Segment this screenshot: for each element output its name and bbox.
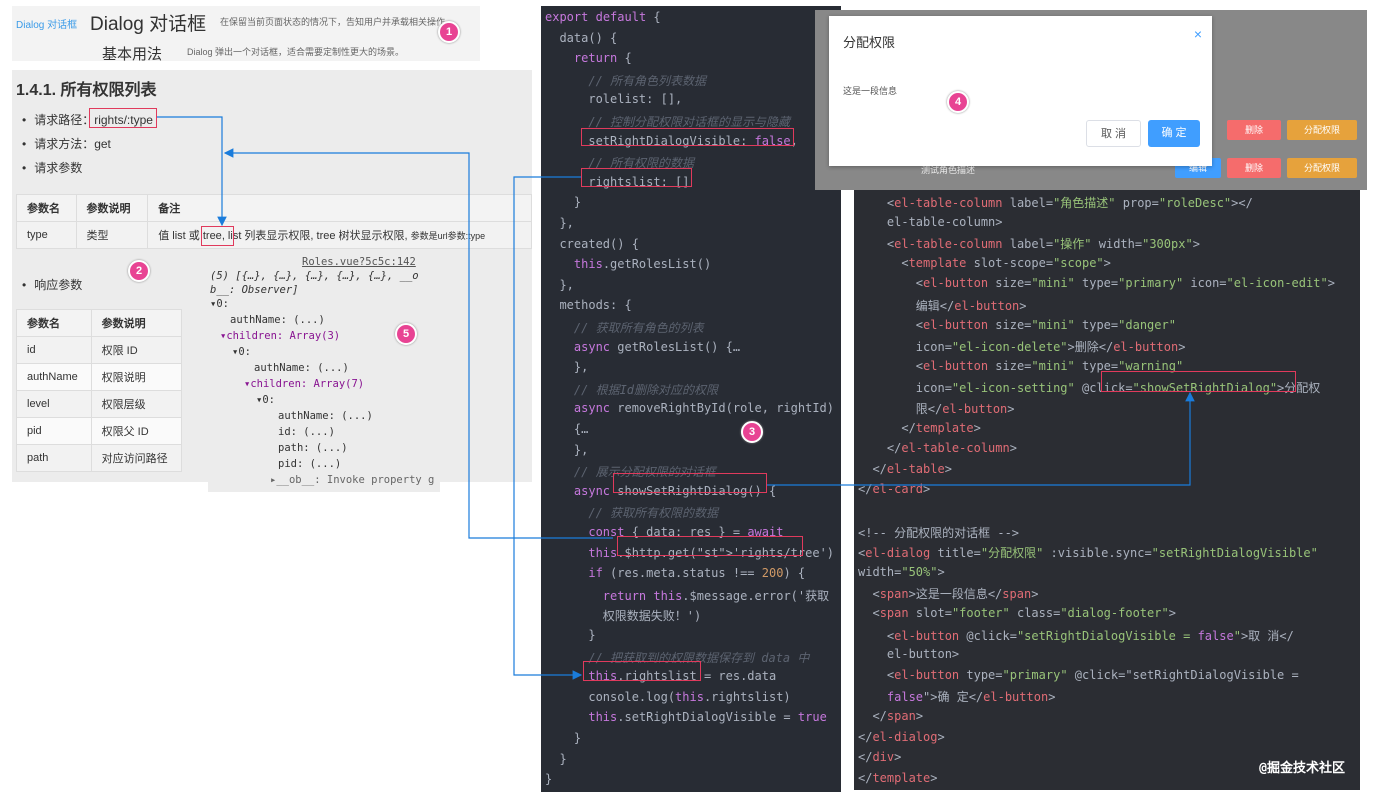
marker-2: 2 xyxy=(128,260,150,282)
marker-4: 4 xyxy=(947,91,969,113)
marker-1: 1 xyxy=(438,21,460,43)
arrow-rightslist xyxy=(513,176,583,680)
connector-arrows xyxy=(157,116,1195,680)
arrow-show-dialog-to-click xyxy=(767,391,1195,486)
arrow-http-to-doc xyxy=(223,148,613,539)
arrow-path-to-tree xyxy=(157,116,227,227)
marker-5: 5 xyxy=(395,323,417,345)
marker-3: 3 xyxy=(741,421,763,443)
